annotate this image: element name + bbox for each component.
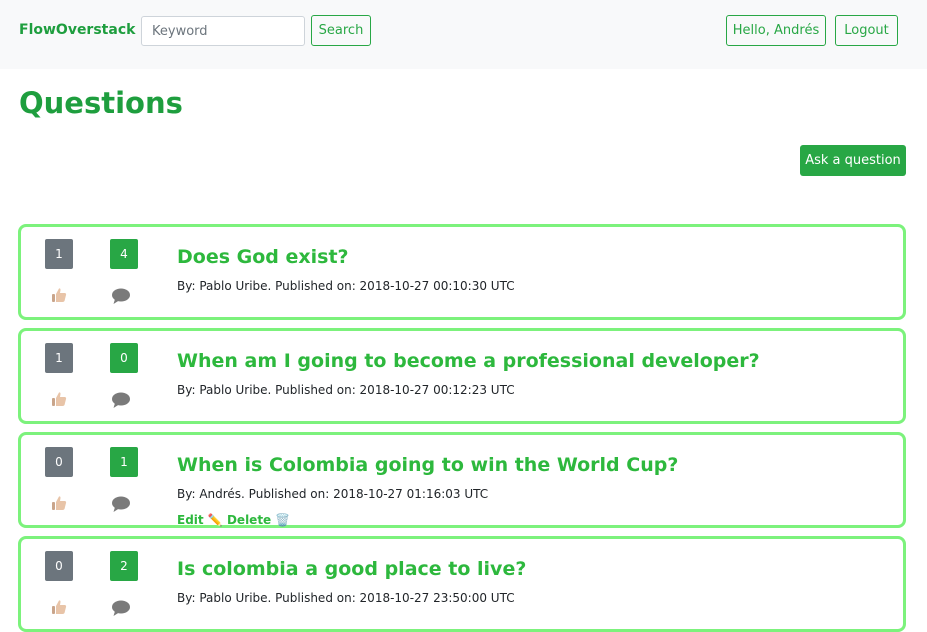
comments-count-badge: 1 [110,447,138,477]
thumbs-up-icon[interactable] [51,495,67,511]
speech-bubble-icon[interactable] [111,599,131,617]
question-meta: By: Pablo Uribe. Published on: 2018-10-2… [177,591,515,605]
edit-link[interactable]: Edit [177,513,204,527]
speech-bubble-icon[interactable] [111,287,131,305]
comments-count-badge: 4 [110,239,138,269]
search-button[interactable]: Search [311,15,371,46]
speech-bubble-icon[interactable] [111,495,131,513]
question-actions: Edit ✏️ Delete 🗑️ [177,513,290,527]
page-title: Questions [19,86,183,120]
comments-count-badge: 2 [110,551,138,581]
question-meta: By: Pablo Uribe. Published on: 2018-10-2… [177,279,515,293]
likes-count-badge: 1 [45,343,73,373]
logout-button[interactable]: Logout [835,15,898,46]
pencil-icon[interactable]: ✏️ [208,513,223,527]
question-card: 1 0 When am I going to become a professi… [18,328,906,424]
thumbs-up-icon[interactable] [51,599,67,615]
question-card: 0 2 Is colombia a good place to live? By… [18,536,906,632]
likes-count-badge: 0 [45,551,73,581]
question-card: 1 4 Does God exist? By: Pablo Uribe. Pub… [18,224,906,320]
user-profile-button[interactable]: Hello, Andrés [726,15,826,46]
likes-count-badge: 0 [45,447,73,477]
ask-question-button[interactable]: Ask a question [800,145,906,176]
comments-count-badge: 0 [110,343,138,373]
question-title-link[interactable]: When is Colombia going to win the World … [177,454,678,476]
search-input[interactable] [141,16,305,46]
brand-logo[interactable]: FlowOverstack [19,22,135,38]
question-title-link[interactable]: Is colombia a good place to live? [177,558,526,580]
question-card: 0 1 When is Colombia going to win the Wo… [18,432,906,528]
thumbs-up-icon[interactable] [51,287,67,303]
delete-link[interactable]: Delete [227,513,271,527]
question-title-link[interactable]: When am I going to become a professional… [177,350,760,372]
likes-count-badge: 1 [45,239,73,269]
navbar: FlowOverstack Search Hello, Andrés Logou… [0,0,927,69]
thumbs-up-icon[interactable] [51,391,67,407]
speech-bubble-icon[interactable] [111,391,131,409]
question-title-link[interactable]: Does God exist? [177,246,349,268]
wastebasket-icon[interactable]: 🗑️ [275,513,290,527]
question-meta: By: Andrés. Published on: 2018-10-27 01:… [177,487,489,501]
question-meta: By: Pablo Uribe. Published on: 2018-10-2… [177,383,515,397]
